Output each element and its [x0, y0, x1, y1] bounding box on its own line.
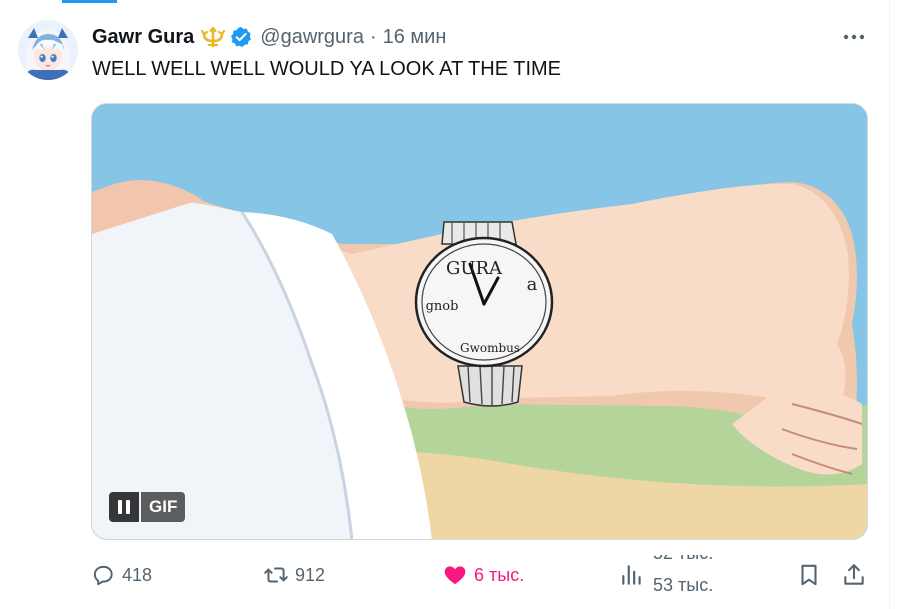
- watch-label-left: gnob: [426, 299, 459, 314]
- reply-count: 418: [122, 564, 153, 585]
- watch-label-top: GURA: [446, 258, 503, 279]
- tweet-text: WELL WELL WELL WOULD YA LOOK AT THE TIME: [92, 58, 562, 80]
- views-button[interactable]: 52 тыс. 53 тыс.: [619, 555, 723, 595]
- views-count-new: 53 тыс.: [653, 575, 714, 595]
- reply-button[interactable]: 418: [90, 555, 152, 595]
- bookmark-icon: [801, 564, 817, 586]
- reply-icon: [93, 565, 113, 586]
- more-icon: [843, 34, 865, 40]
- like-count: 6 тыс.: [474, 564, 525, 585]
- more-options-button[interactable]: [838, 26, 870, 48]
- timestamp[interactable]: 16 мин: [383, 26, 447, 49]
- gif-media[interactable]: GURA gnob a Gwombus: [91, 103, 868, 540]
- watch-illustration: GURA gnob a Gwombus: [92, 104, 867, 539]
- handle[interactable]: @gawrgura: [260, 26, 364, 49]
- action-bar: 418 912 6 тыс. 52 тыс. 53 тыс.: [0, 555, 889, 595]
- share-icon: [844, 564, 864, 585]
- retweet-icon: [264, 567, 288, 583]
- views-count-old: 52 тыс.: [653, 555, 713, 564]
- trident-emoji-icon: [200, 26, 226, 48]
- retweet-button[interactable]: 912: [263, 555, 325, 595]
- pause-icon: [118, 500, 122, 514]
- tweet[interactable]: Gawr Gura @gawrgura · 16 мин WELL WELL W…: [0, 0, 889, 609]
- column-divider: [889, 0, 890, 609]
- display-name[interactable]: Gawr Gura: [92, 26, 194, 49]
- analytics-icon: [622, 565, 641, 585]
- gif-label: GIF: [141, 492, 186, 522]
- watch-label-right: a: [527, 274, 538, 295]
- avatar[interactable]: [18, 20, 78, 80]
- verified-badge-icon[interactable]: [230, 26, 252, 48]
- tweet-header: Gawr Gura @gawrgura · 16 мин: [92, 24, 446, 50]
- retweet-count: 912: [295, 564, 326, 585]
- pause-button[interactable]: [109, 492, 139, 522]
- like-button[interactable]: 6 тыс.: [442, 555, 524, 595]
- views-count-animation: 52 тыс. 53 тыс.: [653, 555, 723, 595]
- share-button[interactable]: [841, 555, 867, 595]
- pause-icon-bar: [126, 500, 130, 514]
- watch-label-bottom: Gwombus: [460, 341, 520, 355]
- gif-controls: GIF: [109, 492, 186, 522]
- bookmark-button[interactable]: [796, 555, 822, 595]
- separator-dot: ·: [369, 25, 377, 48]
- heart-icon: [444, 566, 466, 585]
